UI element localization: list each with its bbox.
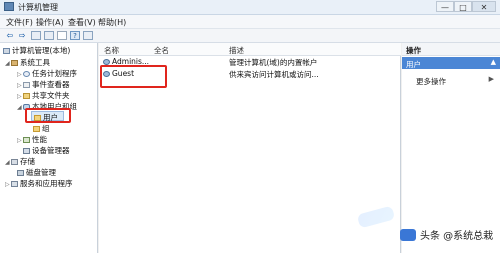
back-icon[interactable]: ⇦ bbox=[5, 31, 15, 40]
menu-action[interactable]: 操作(A) bbox=[36, 17, 64, 28]
device-manager-icon bbox=[23, 148, 30, 154]
tree-item-groups[interactable]: 组 bbox=[31, 123, 50, 134]
row-description-cell: 管理计算机(域)的内置帐户 bbox=[229, 58, 318, 67]
performance-icon bbox=[23, 137, 30, 143]
maximize-button[interactable]: □ bbox=[454, 1, 472, 12]
toolbar: ⇦ ⇨ ? bbox=[0, 29, 500, 43]
tree-item-computer-management[interactable]: 计算机管理(本地) bbox=[3, 45, 70, 56]
column-header: 名称 全名 描述 bbox=[99, 43, 401, 56]
tree-item-shared-folders[interactable]: ▷ 共享文件夹 bbox=[17, 90, 70, 101]
submenu-arrow-icon[interactable]: ▶ bbox=[489, 75, 494, 83]
tools-icon bbox=[11, 60, 18, 66]
navigation-tree-pane: 计算机管理(本地) ◢ 系统工具 ▷ 任务计划程序 ▷ 事件查看器 ▷ 共享文件夹 ◢ 本… bbox=[0, 43, 98, 253]
up-level-icon[interactable] bbox=[31, 31, 41, 40]
folder-icon bbox=[33, 126, 40, 132]
column-description[interactable]: 描述 bbox=[229, 45, 244, 56]
column-fullname[interactable]: 全名 bbox=[154, 45, 169, 56]
computer-management-icon bbox=[4, 2, 14, 11]
collapse-arrow-icon[interactable]: ▲ bbox=[491, 58, 496, 66]
tree-item-disk-management[interactable]: 磁盘管理 bbox=[17, 167, 56, 178]
more-actions-item[interactable]: 更多操作 bbox=[416, 76, 446, 87]
menu-help[interactable]: 帮助(H) bbox=[98, 17, 126, 28]
tree-item-performance[interactable]: ▷ 性能 bbox=[17, 134, 47, 145]
forward-icon[interactable]: ⇨ bbox=[17, 31, 27, 40]
help-icon[interactable]: ? bbox=[70, 31, 80, 40]
tree-item-services-apps[interactable]: ▷ 服务和应用程序 bbox=[5, 178, 73, 189]
tree-item-device-manager[interactable]: 设备管理器 bbox=[23, 145, 70, 156]
shared-folder-icon bbox=[23, 93, 30, 99]
watermark-logo-icon bbox=[400, 229, 416, 241]
menu-view[interactable]: 查看(V) bbox=[68, 17, 96, 28]
window-title: 计算机管理 bbox=[18, 3, 58, 12]
services-icon bbox=[11, 181, 18, 187]
menu-bar: 文件(F) 操作(A) 查看(V) 帮助(H) bbox=[0, 15, 500, 29]
watermark: 头条 @系统总栽 bbox=[400, 227, 493, 242]
title-bar: 计算机管理 — □ ✕ bbox=[0, 0, 500, 15]
row-description-cell: 供来宾访问计算机或访问... bbox=[229, 70, 319, 79]
show-tree-icon[interactable] bbox=[44, 31, 54, 40]
tree-item-task-scheduler[interactable]: ▷ 任务计划程序 bbox=[17, 68, 77, 79]
column-name[interactable]: 名称 bbox=[104, 45, 119, 56]
tree-item-system-tools[interactable]: ◢ 系统工具 bbox=[5, 57, 50, 68]
close-button[interactable]: ✕ bbox=[472, 1, 496, 12]
properties-icon[interactable] bbox=[57, 31, 67, 40]
clock-icon bbox=[23, 71, 30, 77]
user-list-pane: 名称 全名 描述 Adminis... 管理计算机(域)的内置帐户 Guest … bbox=[99, 43, 401, 253]
export-list-icon[interactable] bbox=[83, 31, 93, 40]
highlight-box-users bbox=[25, 108, 71, 123]
storage-icon bbox=[11, 159, 18, 165]
tree-item-event-viewer[interactable]: ▷ 事件查看器 bbox=[17, 79, 70, 90]
disk-icon bbox=[17, 170, 24, 176]
minimize-button[interactable]: — bbox=[436, 1, 454, 12]
highlight-box-guest bbox=[100, 65, 167, 88]
actions-pane: 操作 用户 ▲ 更多操作 ▶ bbox=[402, 43, 500, 253]
computer-icon bbox=[3, 48, 10, 54]
tree-item-storage[interactable]: ◢ 存储 bbox=[5, 156, 35, 167]
event-log-icon bbox=[23, 82, 30, 88]
actions-users-section[interactable]: 用户 ▲ bbox=[402, 57, 500, 69]
actions-header: 操作 bbox=[402, 43, 500, 56]
menu-file[interactable]: 文件(F) bbox=[6, 17, 33, 28]
